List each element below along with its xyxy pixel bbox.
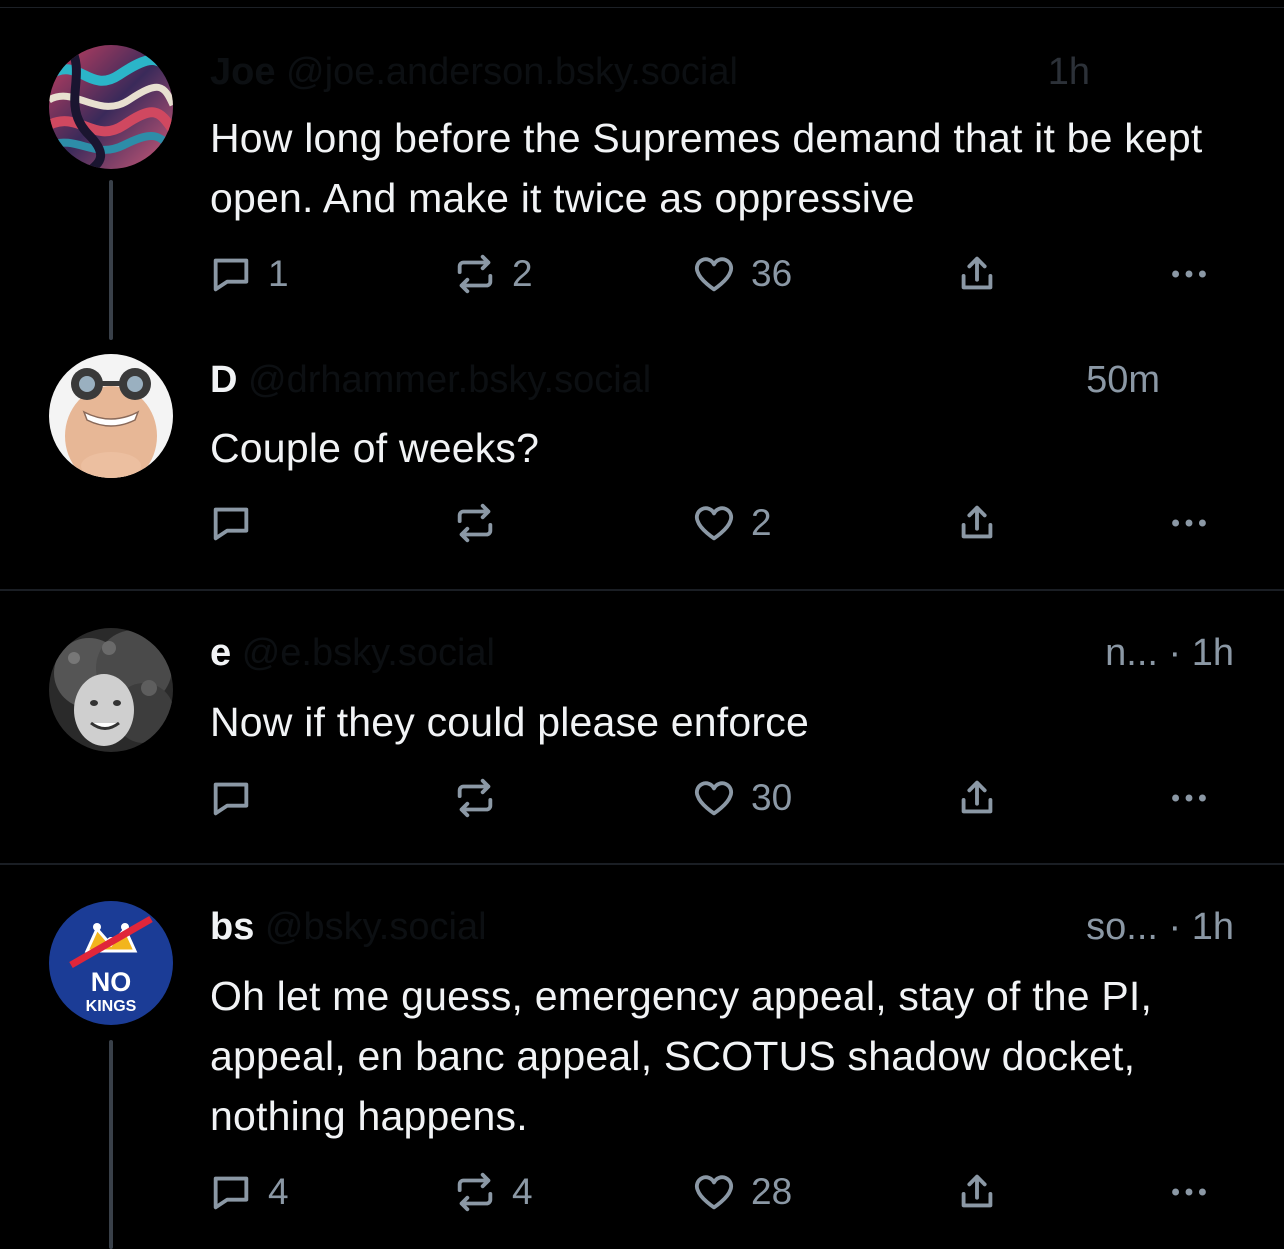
- like-icon: [694, 1175, 734, 1210]
- like-icon: [694, 506, 734, 541]
- repost-button[interactable]: 2: [452, 252, 533, 296]
- like-count: 30: [751, 777, 793, 818]
- post-header: Joe @joe.anderson.bsky.social 1h: [210, 47, 1240, 97]
- reply-icon: [213, 507, 249, 541]
- more-icon: [1172, 794, 1206, 802]
- post-actions: 1 2 36: [208, 252, 1224, 296]
- repost-button[interactable]: 4: [452, 1170, 533, 1214]
- reply-button[interactable]: 4: [208, 1170, 289, 1214]
- repost-count: 2: [512, 253, 533, 294]
- reply-button[interactable]: [208, 501, 268, 545]
- more-icon: [1172, 1188, 1206, 1196]
- thread-line: [109, 180, 113, 340]
- avatar[interactable]: NO KINGS: [49, 901, 173, 1025]
- like-icon: [694, 781, 734, 816]
- like-button[interactable]: 30: [691, 776, 792, 820]
- avatar[interactable]: [49, 45, 173, 169]
- repost-icon: [457, 254, 493, 294]
- reply-icon: [213, 782, 249, 816]
- repost-icon: [457, 503, 493, 543]
- share-icon: [961, 1174, 993, 1208]
- reply-icon: [213, 258, 249, 292]
- post-actions: 2: [208, 501, 1224, 545]
- badge-kings-text: KINGS: [86, 998, 137, 1015]
- like-count: 36: [751, 253, 793, 294]
- repost-icon: [457, 1172, 493, 1212]
- post-time[interactable]: 50m: [1086, 355, 1160, 405]
- more-button[interactable]: [1166, 252, 1212, 296]
- post-text: Now if they could please enforce: [210, 699, 809, 745]
- post-text: Oh let me guess, emergency appeal, stay …: [210, 973, 1153, 1139]
- like-button[interactable]: 2: [691, 501, 772, 545]
- post-time[interactable]: so... · 1h: [1086, 902, 1234, 952]
- author-handle[interactable]: @drhammer.bsky.social: [248, 359, 651, 401]
- more-button[interactable]: [1166, 501, 1212, 545]
- post-divider: [0, 863, 1284, 865]
- share-button[interactable]: [954, 252, 1000, 296]
- author-handle[interactable]: @e.bsky.social: [242, 632, 495, 674]
- post-text: Couple of weeks?: [210, 425, 540, 471]
- repost-button[interactable]: [452, 776, 512, 820]
- like-count: 28: [751, 1171, 793, 1212]
- author-name[interactable]: bs: [210, 906, 254, 948]
- share-button[interactable]: [954, 501, 1000, 545]
- post-actions: 30: [208, 776, 1224, 820]
- share-icon: [961, 256, 993, 290]
- repost-icon: [457, 778, 493, 818]
- post-header: D @drhammer.bsky.social 50m: [210, 355, 1240, 405]
- share-button[interactable]: [954, 776, 1000, 820]
- more-icon: [1172, 270, 1206, 278]
- reply-button[interactable]: [208, 776, 268, 820]
- like-button[interactable]: 28: [691, 1170, 792, 1214]
- repost-button[interactable]: [452, 501, 512, 545]
- top-divider: [0, 7, 1284, 8]
- share-icon: [961, 780, 993, 814]
- reply-icon: [213, 1176, 249, 1210]
- post-time[interactable]: 1h: [1048, 47, 1090, 97]
- author-handle[interactable]: @joe.anderson.bsky.social: [286, 51, 738, 93]
- author-name[interactable]: Joe: [210, 51, 275, 93]
- more-button[interactable]: [1166, 776, 1212, 820]
- post-actions: 4 4 28: [208, 1170, 1224, 1214]
- share-icon: [961, 505, 993, 539]
- like-button[interactable]: 36: [691, 252, 792, 296]
- post-divider: [0, 589, 1284, 591]
- avatar[interactable]: [49, 354, 173, 478]
- post-text: How long before the Supremes demand that…: [210, 115, 1203, 221]
- badge-no-text: NO: [91, 967, 132, 997]
- author-name[interactable]: e: [210, 632, 231, 674]
- author-handle[interactable]: @bsky.social: [265, 906, 487, 948]
- like-icon: [694, 257, 734, 292]
- post-time[interactable]: n... · 1h: [1105, 628, 1234, 678]
- post-header: bs @bsky.social so... · 1h: [210, 902, 1240, 952]
- post-header: e @e.bsky.social n... · 1h: [210, 628, 1240, 678]
- reply-count: 4: [268, 1171, 289, 1212]
- thread-line: [109, 1040, 113, 1249]
- share-button[interactable]: [954, 1170, 1000, 1214]
- reply-count: 1: [268, 253, 289, 294]
- repost-count: 4: [512, 1171, 533, 1212]
- author-name[interactable]: D: [210, 359, 237, 401]
- like-count: 2: [751, 502, 772, 543]
- more-button[interactable]: [1166, 1170, 1212, 1214]
- avatar[interactable]: [49, 628, 173, 752]
- reply-button[interactable]: 1: [208, 252, 289, 296]
- more-icon: [1172, 519, 1206, 527]
